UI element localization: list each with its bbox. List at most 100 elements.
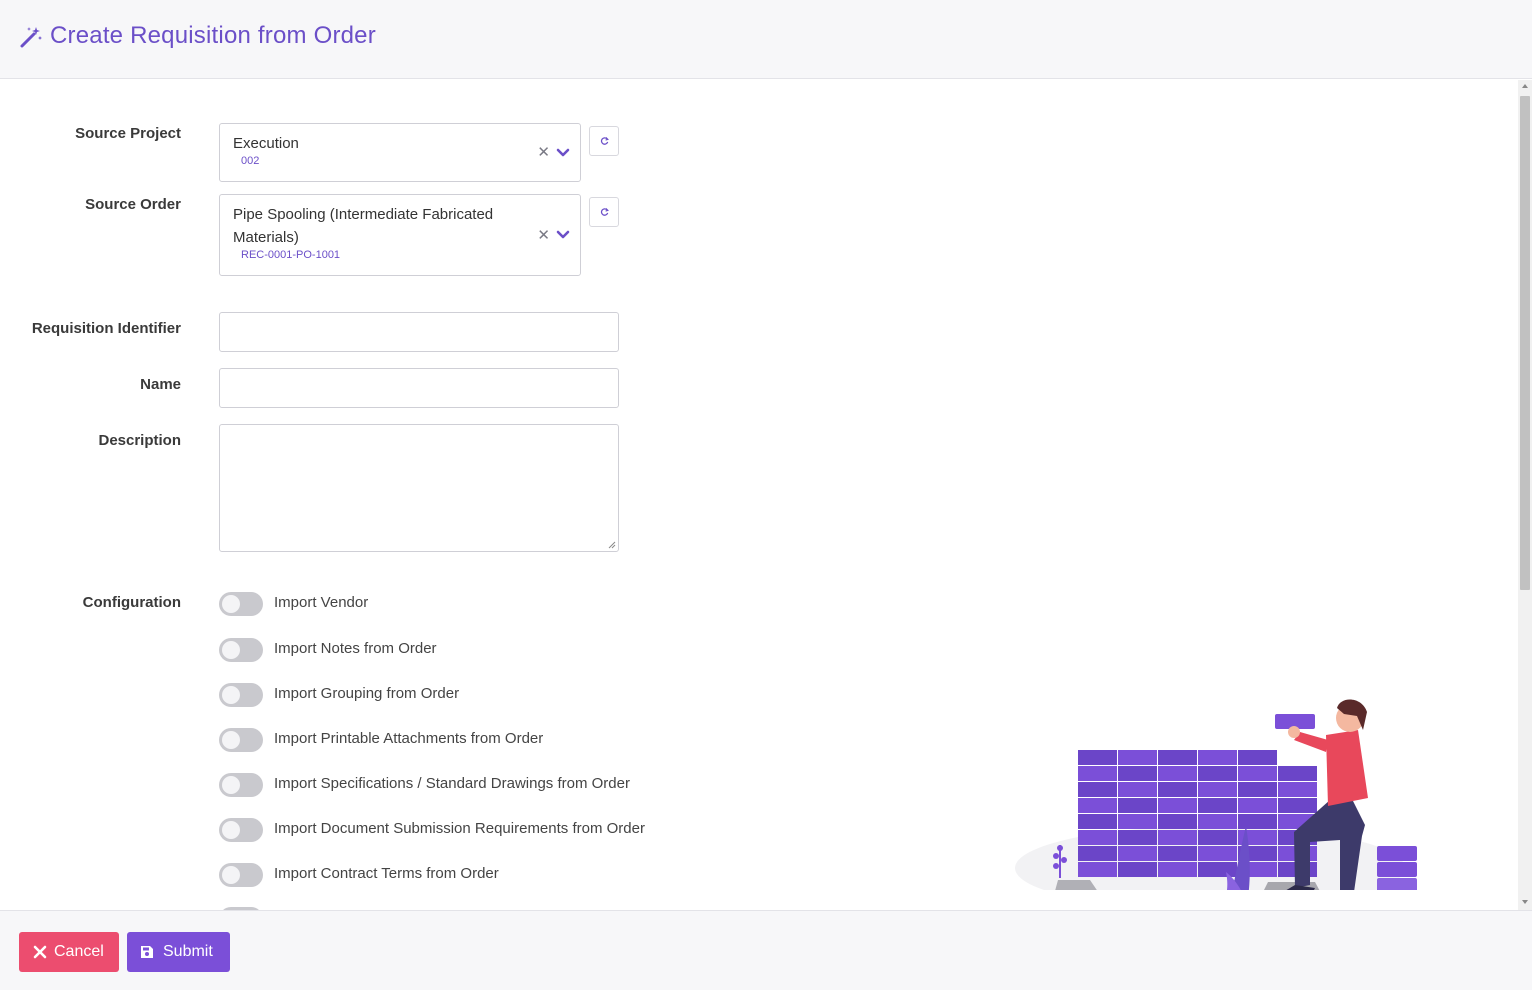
brick — [1278, 766, 1317, 781]
chevron-down-icon[interactable] — [556, 148, 570, 158]
brick — [1158, 798, 1197, 813]
page-title: Create Requisition from Order — [50, 22, 376, 49]
brick — [1118, 814, 1157, 829]
source-order-code: REC-0001-PO-1001 — [241, 249, 341, 261]
resize-grip-icon[interactable] — [608, 541, 616, 549]
toggle-label: Import Printable Attachments from Order — [274, 730, 544, 747]
scroll-down-arrow-icon[interactable] — [1522, 900, 1528, 904]
refresh-source-order-button[interactable] — [589, 197, 619, 227]
brick — [1078, 782, 1117, 797]
brick — [1198, 750, 1237, 765]
name-label: Name — [140, 376, 181, 393]
source-order-value-line1: Pipe Spooling (Intermediate Fabricated — [233, 206, 494, 223]
brick — [1198, 766, 1237, 781]
toggle-label: Import Notes from Order — [274, 640, 437, 657]
import-attachments-toggle[interactable] — [219, 728, 263, 752]
source-project-code: 002 — [241, 155, 260, 167]
scroll-thumb[interactable] — [1520, 96, 1530, 590]
cancel-label: Cancel — [54, 943, 104, 960]
brick — [1198, 862, 1237, 877]
description-textarea[interactable] — [219, 424, 619, 552]
refresh-icon — [600, 137, 609, 145]
brick — [1078, 862, 1117, 877]
toggle-label: Import Document Submission Requirements … — [274, 820, 645, 837]
brick — [1078, 830, 1117, 845]
brick — [1118, 862, 1157, 877]
toggle-label: Import Specifications / Standard Drawing… — [274, 775, 630, 792]
source-order-label: Source Order — [85, 196, 181, 213]
import-vendor-toggle[interactable] — [219, 592, 263, 616]
cancel-button[interactable]: Cancel — [19, 932, 119, 972]
toggle-label: Import Grouping from Order — [274, 685, 460, 702]
source-project-label: Source Project — [75, 125, 181, 142]
scroll-up-arrow-icon[interactable] — [1522, 84, 1528, 88]
brick — [1238, 782, 1277, 797]
brick — [1078, 766, 1117, 781]
toggle-knob — [222, 686, 240, 704]
form-body: Source Project Execution 002 ✕ Source Or… — [0, 80, 1518, 910]
brick — [1158, 862, 1197, 877]
brick — [1198, 830, 1237, 845]
source-order-select[interactable]: Pipe Spooling (Intermediate Fabricated M… — [219, 194, 581, 276]
requisition-identifier-label: Requisition Identifier — [31, 320, 181, 337]
toggle-knob — [222, 641, 240, 659]
brick — [1118, 750, 1157, 765]
import-notes-toggle[interactable] — [219, 638, 263, 662]
modal-header: Create Requisition from Order — [0, 0, 1532, 79]
configuration-label: Configuration — [82, 594, 181, 611]
requisition-identifier-input[interactable] — [219, 312, 619, 352]
clear-icon[interactable]: ✕ — [537, 226, 550, 244]
brick — [1198, 814, 1237, 829]
brick — [1158, 814, 1197, 829]
brick — [1158, 846, 1197, 861]
close-icon — [33, 945, 47, 959]
brick — [1198, 846, 1237, 861]
brick — [1238, 798, 1277, 813]
toggle-knob — [222, 866, 240, 884]
modal-footer: Cancel Submit — [0, 910, 1532, 990]
chevron-down-icon[interactable] — [556, 230, 570, 240]
brick — [1158, 766, 1197, 781]
toggle-label: Import Vendor — [274, 594, 369, 611]
magic-wand-icon — [20, 27, 42, 48]
save-icon — [141, 946, 153, 958]
brick — [1198, 798, 1237, 813]
import-specifications-toggle[interactable] — [219, 773, 263, 797]
clear-icon[interactable]: ✕ — [537, 143, 550, 161]
brick — [1078, 750, 1117, 765]
submit-button[interactable]: Submit — [127, 932, 230, 972]
vertical-scrollbar[interactable] — [1518, 80, 1532, 910]
brick — [1238, 750, 1277, 765]
brick — [1158, 830, 1197, 845]
brick — [1078, 846, 1117, 861]
source-project-select[interactable]: Execution 002 ✕ — [219, 123, 581, 182]
submit-label: Submit — [163, 943, 213, 960]
brick — [1238, 814, 1277, 829]
brick — [1198, 782, 1237, 797]
import-document-requirements-toggle[interactable] — [219, 818, 263, 842]
import-contract-terms-toggle[interactable] — [219, 863, 263, 887]
refresh-icon — [600, 208, 609, 216]
toggle-knob — [222, 731, 240, 749]
brick — [1118, 782, 1157, 797]
toggle-knob — [222, 595, 240, 613]
toggle-knob — [222, 776, 240, 794]
import-grouping-toggle[interactable] — [219, 683, 263, 707]
brick — [1238, 766, 1277, 781]
brick — [1158, 782, 1197, 797]
source-order-value-line2: Materials) — [233, 229, 299, 246]
name-input[interactable] — [219, 368, 619, 408]
brick — [1158, 750, 1197, 765]
source-project-value: Execution — [233, 135, 299, 152]
brick — [1118, 798, 1157, 813]
brick — [1278, 798, 1317, 813]
brick — [1078, 814, 1117, 829]
brick — [1278, 782, 1317, 797]
refresh-source-project-button[interactable] — [589, 126, 619, 156]
brick — [1118, 830, 1157, 845]
toggle-knob — [222, 821, 240, 839]
toggle-label: Import Contract Terms from Order — [274, 865, 499, 882]
description-label: Description — [98, 432, 181, 449]
brick — [1118, 846, 1157, 861]
brick — [1118, 766, 1157, 781]
